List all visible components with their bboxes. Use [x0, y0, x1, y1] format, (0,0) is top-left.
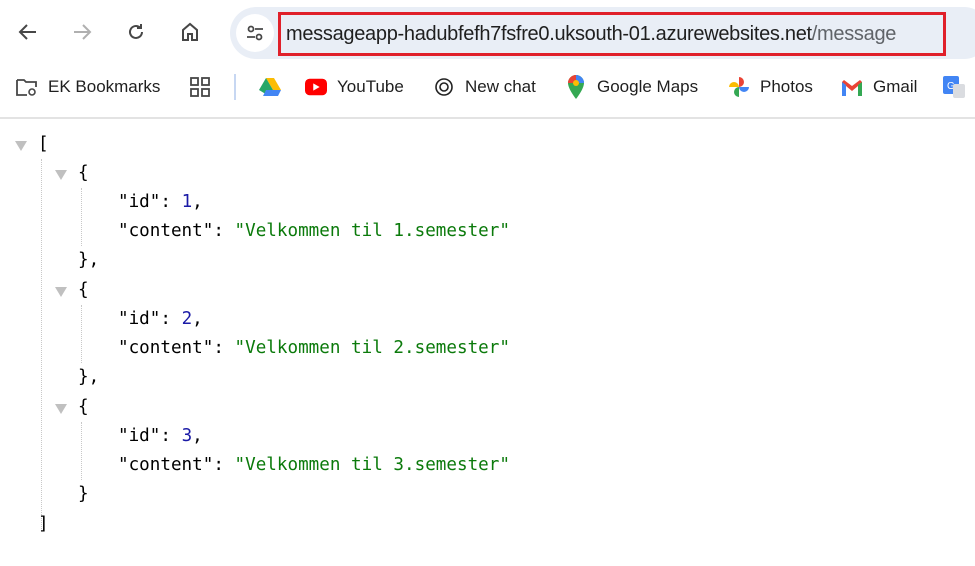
array-close: ]: [38, 514, 49, 534]
json-content-line: "content": "Velkommen til 2.semester": [118, 334, 510, 363]
id-value: 1: [181, 192, 193, 212]
id-value: 2: [181, 309, 193, 329]
indent-guide: [81, 305, 82, 363]
bookmark-label: Photos: [760, 77, 813, 96]
home-button[interactable]: [176, 18, 204, 46]
reload-button[interactable]: [122, 18, 150, 46]
bookmark-new-chat[interactable]: New chat: [433, 76, 536, 98]
bookmark-label: EK Bookmarks: [48, 77, 161, 96]
json-content-line: "content": "Velkommen til 3.semester": [118, 451, 510, 480]
indent-guide: [41, 159, 42, 529]
content-value: "Velkommen til 2.semester": [234, 338, 510, 358]
apps-grid-icon: [189, 76, 211, 98]
object-open: {: [78, 397, 89, 417]
object-open: {: [78, 280, 89, 300]
bookmark-label: Gmail: [873, 77, 918, 96]
arrow-left-icon: [18, 24, 36, 40]
reload-icon: [129, 24, 143, 39]
content-key: "content":: [118, 221, 235, 241]
google-drive-icon: [259, 76, 281, 98]
json-id-line: "id": 1,: [118, 192, 203, 212]
site-info-button[interactable]: [236, 14, 274, 52]
url-host: messageapp-hadubfefh7fsfre0.uksouth-01.a…: [286, 23, 812, 45]
forward-button[interactable]: [68, 18, 96, 46]
collapse-triangle-icon[interactable]: [55, 287, 67, 297]
collapse-triangle-icon[interactable]: [55, 170, 67, 180]
bookmark-label: Google Maps: [597, 77, 699, 96]
id-key: "id":: [118, 309, 182, 329]
youtube-icon: [305, 76, 327, 98]
bookmark-google-drive[interactable]: [259, 76, 291, 98]
back-button[interactable]: [14, 18, 42, 46]
content-value: "Velkommen til 3.semester": [234, 455, 510, 475]
arrow-right-icon: [74, 24, 92, 40]
google-photos-icon: [728, 76, 750, 98]
indent-guide: [81, 188, 82, 246]
bookmark-google-translate[interactable]: G: [943, 76, 975, 98]
json-content-line: "content": "Velkommen til 1.semester": [118, 217, 510, 246]
bookmark-label: YouTube: [337, 77, 404, 96]
bookmark-ek-bookmarks[interactable]: EK Bookmarks: [16, 76, 160, 98]
chatgpt-icon: [433, 76, 455, 98]
id-value: 3: [181, 426, 193, 446]
bookmark-separator: [234, 74, 236, 100]
id-key: "id":: [118, 426, 182, 446]
json-id-line: "id": 2,: [118, 309, 203, 329]
bookmark-photos[interactable]: Photos: [728, 76, 813, 98]
gmail-icon: [841, 76, 863, 98]
bookmark-apps[interactable]: [189, 76, 221, 98]
tune-icon: [247, 25, 263, 41]
url-field[interactable]: messageapp-hadubfefh7fsfre0.uksouth-01.a…: [278, 12, 946, 56]
collapse-triangle-icon[interactable]: [55, 404, 67, 414]
object-close: },: [78, 250, 100, 270]
content-value: "Velkommen til 1.semester": [234, 221, 510, 241]
folder-icon: [16, 76, 38, 98]
object-close: },: [78, 367, 100, 387]
bookmark-youtube[interactable]: YouTube: [305, 76, 404, 98]
google-maps-icon: [565, 75, 587, 99]
id-key: "id":: [118, 192, 182, 212]
bookmark-label: New chat: [465, 77, 536, 96]
json-id-line: "id": 3,: [118, 426, 203, 446]
google-translate-icon: G: [943, 76, 965, 98]
toolbar-divider: [0, 117, 975, 119]
indent-guide: [81, 422, 82, 480]
object-open: {: [78, 163, 89, 183]
browser-toolbar: messageapp-hadubfefh7fsfre0.uksouth-01.a…: [0, 0, 975, 66]
home-icon: [182, 22, 198, 41]
array-open: [: [38, 134, 49, 154]
content-key: "content":: [118, 455, 235, 475]
url-path: /message: [811, 23, 897, 45]
bookmark-google-maps[interactable]: Google Maps: [565, 75, 699, 99]
bookmark-gmail[interactable]: Gmail: [841, 76, 917, 98]
collapse-triangle-icon[interactable]: [15, 141, 27, 151]
content-key: "content":: [118, 338, 235, 358]
object-close: }: [78, 484, 89, 504]
